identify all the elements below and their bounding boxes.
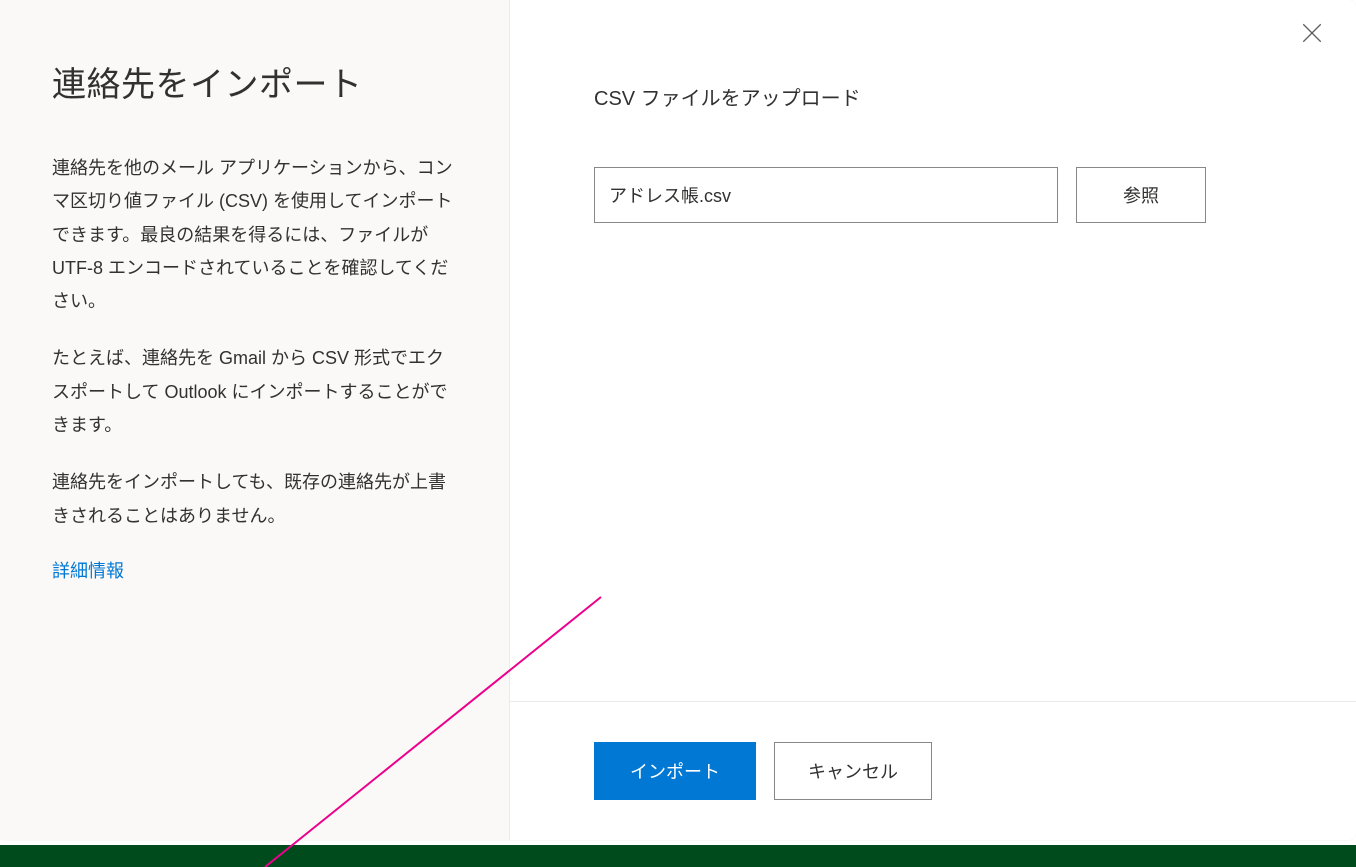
import-button[interactable]: インポート	[594, 742, 756, 800]
more-info-link[interactable]: 詳細情報	[52, 561, 124, 581]
browse-button[interactable]: 参照	[1076, 167, 1206, 223]
info-paragraph-2: たとえば、連絡先を Gmail から CSV 形式でエクスポートして Outlo…	[52, 342, 459, 442]
dialog-title: 連絡先をインポート	[52, 57, 459, 106]
upload-panel: CSV ファイルをアップロード 参照 インポート キャンセル	[510, 0, 1356, 840]
dialog-footer: インポート キャンセル	[510, 701, 1356, 840]
file-path-input[interactable]	[594, 167, 1058, 223]
file-input-row: 参照	[594, 167, 1272, 223]
close-icon	[1302, 23, 1322, 46]
bottom-bar	[0, 845, 1356, 867]
close-button[interactable]	[1296, 18, 1328, 50]
info-panel: 連絡先をインポート 連絡先を他のメール アプリケーションから、コンマ区切り値ファ…	[0, 0, 510, 840]
upload-section-title: CSV ファイルをアップロード	[594, 82, 1272, 111]
main-content: CSV ファイルをアップロード 参照	[510, 0, 1356, 701]
import-contacts-dialog: 連絡先をインポート 連絡先を他のメール アプリケーションから、コンマ区切り値ファ…	[0, 0, 1356, 840]
info-paragraph-3: 連絡先をインポートしても、既存の連絡先が上書きされることはありません。	[52, 466, 459, 533]
info-paragraph-1: 連絡先を他のメール アプリケーションから、コンマ区切り値ファイル (CSV) を…	[52, 152, 459, 318]
cancel-button[interactable]: キャンセル	[774, 742, 932, 800]
